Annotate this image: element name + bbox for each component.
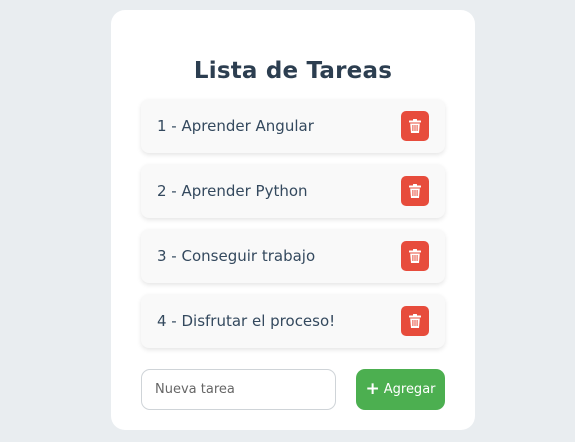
add-button-label: Agregar (383, 382, 436, 397)
task-label: 4 - Disfrutar el proceso! (157, 312, 336, 330)
todo-card: Lista de Tareas 1 - Aprender Angular 2 -… (111, 10, 475, 430)
add-task-button[interactable]: + Agregar (356, 369, 445, 410)
trash-icon (409, 119, 421, 133)
task-item: 3 - Conseguir trabajo (141, 229, 445, 283)
trash-icon (409, 249, 421, 263)
new-task-input[interactable] (141, 369, 336, 410)
plus-icon: + (365, 379, 380, 399)
task-label: 3 - Conseguir trabajo (157, 247, 316, 265)
delete-task-button[interactable] (401, 306, 429, 336)
trash-icon (409, 314, 421, 328)
delete-task-button[interactable] (401, 111, 429, 141)
task-label: 1 - Aprender Angular (157, 117, 314, 135)
trash-icon (409, 184, 421, 198)
task-label: 2 - Aprender Python (157, 182, 308, 200)
task-item: 1 - Aprender Angular (141, 99, 445, 153)
task-item: 2 - Aprender Python (141, 164, 445, 218)
delete-task-button[interactable] (401, 241, 429, 271)
page-title: Lista de Tareas (193, 58, 393, 84)
delete-task-button[interactable] (401, 176, 429, 206)
task-item: 4 - Disfrutar el proceso! (141, 294, 445, 348)
